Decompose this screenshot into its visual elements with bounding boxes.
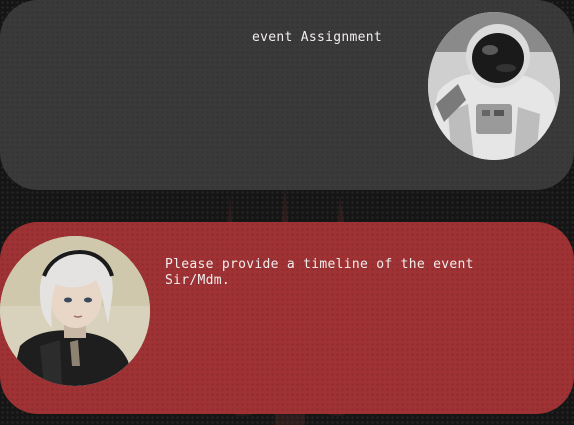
android-girl-avatar-icon (0, 236, 150, 386)
system-message-bubble: event Assignment (0, 0, 574, 190)
system-message-text: event Assignment (252, 30, 383, 45)
user-message-bubble: Please provide a timeline of the event S… (0, 222, 574, 414)
astronaut-avatar-icon (428, 12, 560, 160)
user-message-text: Please provide a timeline of the event S… (165, 257, 482, 288)
